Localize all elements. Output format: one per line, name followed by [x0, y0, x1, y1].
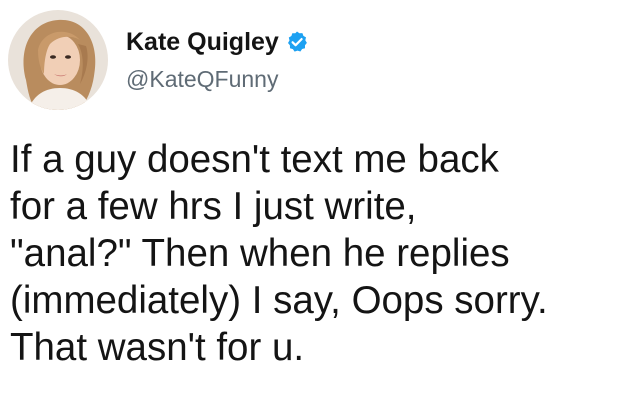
author-display-name[interactable]: Kate Quigley	[126, 27, 279, 57]
avatar-photo-icon	[8, 10, 108, 110]
verified-badge-icon	[285, 30, 309, 54]
tweet-text-line: (immediately) I say, Oops sorry.	[10, 279, 548, 322]
tweet-text-line: That wasn't for u.	[10, 326, 305, 369]
author-handle[interactable]: @KateQFunny	[126, 65, 309, 93]
author-avatar[interactable]	[8, 10, 108, 110]
tweet-text-line: for a few hrs I just write,	[10, 185, 417, 228]
author-names: Kate Quigley @KateQFunny	[126, 27, 309, 93]
tweet-text-line: "anal?" Then when he replies	[10, 232, 510, 275]
tweet-text: If a guy doesn't text me back for a few …	[10, 136, 638, 371]
author-name-row: Kate Quigley	[126, 27, 309, 57]
tweet-text-line: If a guy doesn't text me back	[10, 138, 499, 181]
tweet-header: Kate Quigley @KateQFunny	[8, 8, 309, 112]
tweet-card: Kate Quigley @KateQFunny If a guy doesn'…	[0, 0, 640, 406]
